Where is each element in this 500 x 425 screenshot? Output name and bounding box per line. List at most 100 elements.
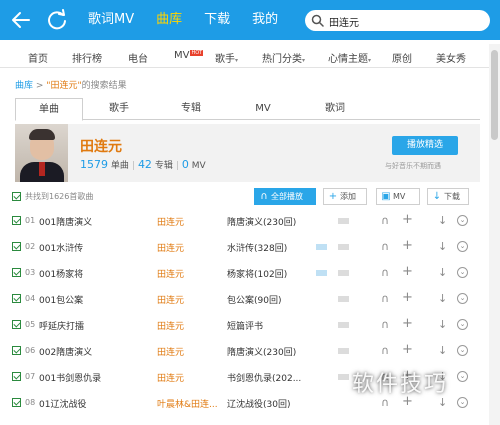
download-icon[interactable]: ↓: [438, 240, 447, 253]
play-selection-button[interactable]: 播放精选: [392, 136, 458, 155]
song-artist[interactable]: 田连元: [157, 293, 184, 306]
song-album[interactable]: 辽沈战役(30回): [227, 397, 290, 410]
tab-albums[interactable]: 专辑: [157, 98, 225, 120]
row-checkbox[interactable]: [12, 268, 21, 277]
table-row[interactable]: 01 001隋唐演义 田连元 隋唐演义(230回) ∩ + ↓ ⌄: [10, 208, 480, 234]
download-icon[interactable]: ↓: [438, 318, 447, 331]
download-icon[interactable]: ↓: [438, 214, 447, 227]
add-icon[interactable]: +: [402, 238, 413, 253]
song-artist[interactable]: 田连元: [157, 371, 184, 384]
song-title[interactable]: 001包公案: [39, 293, 83, 306]
category-mood[interactable]: 心情主题▾: [328, 50, 371, 65]
select-all-checkbox[interactable]: [12, 192, 21, 201]
row-checkbox[interactable]: [12, 398, 21, 407]
breadcrumb-root-link[interactable]: 曲库: [15, 81, 33, 91]
mv-indicator[interactable]: [316, 270, 327, 276]
song-album[interactable]: 隋唐演义(230回): [227, 215, 296, 228]
tab-lyrics[interactable]: 歌词: [301, 98, 369, 120]
download-icon[interactable]: ↓: [438, 344, 447, 357]
download-button[interactable]: ↓ 下载: [427, 188, 469, 205]
chevron-down-icon[interactable]: ⌄: [457, 215, 468, 226]
refresh-icon[interactable]: [46, 9, 68, 31]
song-artist[interactable]: 田连元: [157, 241, 184, 254]
category-radio[interactable]: 电台: [128, 50, 148, 65]
category-original[interactable]: 原创: [392, 50, 412, 65]
song-artist[interactable]: 田连元: [157, 267, 184, 280]
nav-download[interactable]: 下载: [204, 0, 230, 40]
mv-count[interactable]: 0: [182, 158, 189, 171]
download-icon[interactable]: ↓: [438, 266, 447, 279]
song-artist[interactable]: 田连元: [157, 345, 184, 358]
nav-library[interactable]: 曲库: [156, 0, 182, 40]
category-singers[interactable]: 歌手▾: [215, 50, 238, 65]
mv-indicator[interactable]: [316, 244, 327, 250]
add-icon[interactable]: +: [402, 316, 413, 331]
scrollbar-thumb[interactable]: [491, 50, 498, 140]
search-box[interactable]: 田连元: [305, 10, 490, 31]
headphones-icon[interactable]: ∩: [381, 240, 389, 253]
headphones-icon[interactable]: ∩: [381, 214, 389, 227]
chevron-down-icon[interactable]: ⌄: [457, 319, 468, 330]
chevron-down-icon[interactable]: ⌄: [457, 267, 468, 278]
song-artist[interactable]: 叶晨林&田连...: [157, 397, 218, 410]
song-title[interactable]: 呼延庆打擂: [39, 319, 84, 332]
play-all-button[interactable]: ∩ 全部播放: [254, 188, 316, 205]
albums-count[interactable]: 42: [138, 158, 152, 171]
avatar[interactable]: [15, 124, 68, 182]
search-input[interactable]: 田连元: [329, 14, 359, 29]
nav-lyrics-mv[interactable]: 歌词MV: [88, 0, 134, 40]
song-title[interactable]: 001杨家将: [39, 267, 83, 280]
chevron-down-icon[interactable]: ⌄: [457, 345, 468, 356]
category-beauty-show[interactable]: 美女秀: [436, 50, 466, 65]
tab-mv[interactable]: MV: [229, 98, 297, 120]
artist-name[interactable]: 田连元: [80, 136, 122, 156]
song-album[interactable]: 水浒传(328回): [227, 241, 287, 254]
chevron-down-icon[interactable]: ⌄: [457, 397, 468, 408]
song-title[interactable]: 001水浒传: [39, 241, 83, 254]
download-icon[interactable]: ↓: [438, 292, 447, 305]
song-album[interactable]: 隋唐演义(230回): [227, 345, 296, 358]
song-album[interactable]: 短篇评书: [227, 319, 263, 332]
category-hot[interactable]: 热门分类▾: [262, 50, 305, 65]
vertical-scrollbar[interactable]: [489, 44, 500, 425]
song-title[interactable]: 002隋唐演义: [39, 345, 92, 358]
song-title[interactable]: 001隋唐演义: [39, 215, 92, 228]
category-mv[interactable]: MV HOT: [174, 50, 204, 61]
back-arrow-icon[interactable]: [10, 9, 32, 31]
row-checkbox[interactable]: [12, 242, 21, 251]
add-icon[interactable]: +: [402, 290, 413, 305]
headphones-icon[interactable]: ∩: [381, 292, 389, 305]
row-checkbox[interactable]: [12, 294, 21, 303]
search-icon[interactable]: [311, 14, 324, 27]
song-album[interactable]: 书剑恩仇录(202...: [227, 371, 301, 384]
tab-songs[interactable]: 单曲: [15, 98, 83, 121]
row-checkbox[interactable]: [12, 372, 21, 381]
add-icon[interactable]: +: [402, 342, 413, 357]
table-row[interactable]: 05 呼延庆打擂 田连元 短篇评书 ∩ + ↓ ⌄: [10, 312, 480, 338]
chevron-down-icon[interactable]: ⌄: [457, 293, 468, 304]
mv-button[interactable]: ▣ MV: [376, 188, 420, 205]
category-home[interactable]: 首页: [28, 50, 48, 65]
headphones-icon[interactable]: ∩: [381, 266, 389, 279]
song-title[interactable]: 001书剑恩仇录: [39, 371, 101, 384]
song-title[interactable]: 01辽沈战役: [39, 397, 86, 410]
table-row[interactable]: 02 001水浒传 田连元 水浒传(328回) ∩ + ↓ ⌄: [10, 234, 480, 260]
table-row[interactable]: 03 001杨家将 田连元 杨家将(102回) ∩ + ↓ ⌄: [10, 260, 480, 286]
table-row[interactable]: 06 002隋唐演义 田连元 隋唐演义(230回) ∩ + ↓ ⌄: [10, 338, 480, 364]
songs-count[interactable]: 1579: [80, 158, 108, 171]
category-charts[interactable]: 排行榜: [72, 50, 102, 65]
song-artist[interactable]: 田连元: [157, 215, 184, 228]
song-album[interactable]: 杨家将(102回): [227, 267, 287, 280]
headphones-icon[interactable]: ∩: [381, 344, 389, 357]
row-checkbox[interactable]: [12, 320, 21, 329]
chevron-down-icon[interactable]: ⌄: [457, 241, 468, 252]
add-icon[interactable]: +: [402, 264, 413, 279]
song-album[interactable]: 包公案(90回): [227, 293, 281, 306]
headphones-icon[interactable]: ∩: [381, 318, 389, 331]
song-artist[interactable]: 田连元: [157, 319, 184, 332]
tab-singers[interactable]: 歌手: [85, 98, 153, 120]
add-icon[interactable]: +: [402, 212, 413, 227]
add-button[interactable]: + 添加: [323, 188, 367, 205]
table-row[interactable]: 04 001包公案 田连元 包公案(90回) ∩ + ↓ ⌄: [10, 286, 480, 312]
row-checkbox[interactable]: [12, 216, 21, 225]
